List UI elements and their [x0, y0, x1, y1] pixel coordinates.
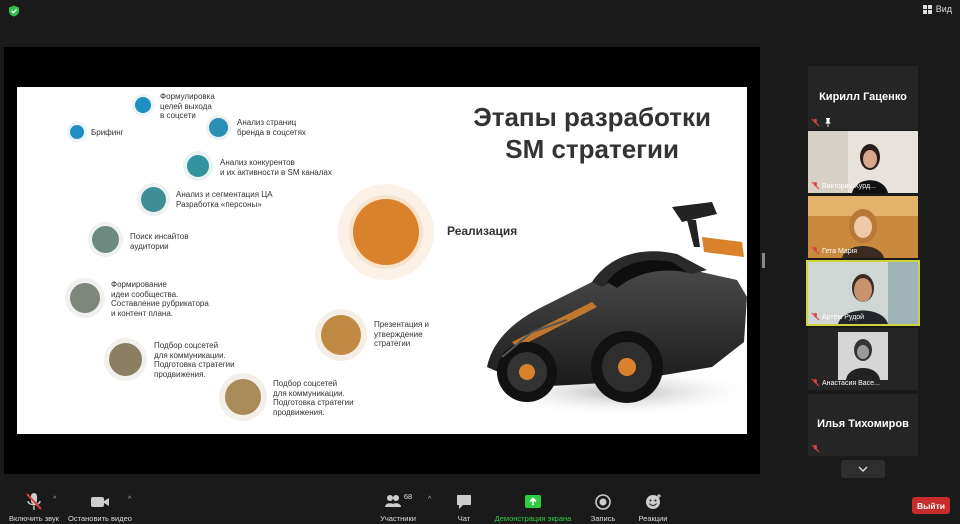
reactions-label: Реакции [638, 514, 668, 523]
muted-mic-icon [811, 378, 820, 387]
implementation-dot [353, 199, 419, 265]
meeting-toolbar: Включить звук ^ Остановить видео ^ 68 Уч… [0, 486, 960, 524]
pin-icon [825, 118, 831, 127]
unmute-button[interactable]: Включить звук [6, 486, 62, 524]
share-screen-label: Демонстрация экрана [494, 514, 572, 523]
participant-name: Кирилл Гаценко [819, 91, 907, 103]
stage-label-9: Подбор соцсетей для коммуникации. Подгот… [273, 379, 354, 417]
stage-label-3: Анализ страниц бренда в соцсетях [237, 118, 306, 137]
slide-title-line-1: Этапы разработки [473, 102, 711, 132]
stage-label-2: Формулировка целей выхода в соцсети [160, 92, 215, 120]
muted-mic-icon [811, 444, 820, 453]
stage-dot-3 [209, 118, 228, 137]
participant-name: Гета Марія [822, 248, 857, 255]
reactions-button[interactable]: Реакции [635, 486, 671, 524]
stop-video-button[interactable]: Остановить видео [68, 486, 132, 524]
video-options-caret[interactable]: ^ [128, 496, 131, 503]
participants-count: 68 [403, 492, 413, 501]
chat-icon [457, 495, 471, 509]
participant-video-tile[interactable]: Анастасия Васе... [808, 328, 918, 390]
top-bar: Вид [0, 0, 960, 22]
slide-title-line-2: SM стратегии [505, 134, 679, 164]
muted-mic-icon [811, 118, 820, 127]
participant-tile[interactable]: Илья Тихомиров [808, 394, 918, 456]
participant-video-tile[interactable]: Виктория Хурд... [808, 131, 918, 193]
participant-name: Анастасия Васе... [822, 380, 880, 387]
stage-label-8: Подбор соцсетей для коммуникации. Подгот… [154, 341, 235, 379]
view-label: Вид [935, 4, 952, 14]
participant-name: Артём Рудой [822, 314, 865, 321]
stage-dot-1 [70, 125, 84, 139]
participants-options-caret[interactable]: ^ [428, 496, 431, 503]
sports-car-image [482, 202, 747, 417]
stage-dot-10 [321, 315, 361, 355]
record-icon [595, 494, 611, 510]
chevron-down-icon [858, 466, 868, 472]
participant-name: Илья Тихомиров [817, 418, 909, 430]
record-label: Запись [590, 514, 616, 523]
participants-icon [384, 495, 401, 507]
stage-dot-6 [92, 226, 119, 253]
stage-dot-4 [187, 155, 209, 177]
reactions-smiley-icon [646, 494, 661, 509]
share-screen-button[interactable]: Демонстрация экрана [492, 486, 574, 524]
stage-label-7: Формирование идеи сообщества. Составлени… [111, 280, 209, 318]
chat-button[interactable]: Чат [450, 486, 478, 524]
slide-title: Этапы разработки SM стратегии [473, 101, 711, 165]
grid-view-icon [922, 4, 932, 14]
stage-dot-5 [141, 187, 166, 212]
presentation-slide: Этапы разработки SM стратегии Брифинг Фо… [17, 87, 747, 434]
stage-dot-2 [135, 97, 151, 113]
participant-video-tile[interactable]: Гета Марія [808, 196, 918, 258]
participant-tile[interactable]: Кирилл Гаценко [808, 66, 918, 130]
stage-label-4: Анализ конкурентов и их активности в SM … [220, 158, 332, 177]
stage-label-5: Анализ и сегментация ЦА Разработка «перс… [176, 190, 273, 209]
view-button[interactable]: Вид [922, 4, 952, 14]
muted-mic-icon [26, 493, 42, 510]
participant-name: Виктория Хурд... [822, 183, 876, 190]
stage-dot-8 [109, 343, 142, 376]
stage-label-10: Презентация и утверждение стратегии [374, 320, 430, 348]
audio-options-caret[interactable]: ^ [53, 496, 56, 503]
panel-resize-handle[interactable] [762, 253, 765, 268]
muted-mic-icon [811, 246, 820, 255]
stage-dot-9 [225, 379, 261, 415]
scroll-down-button[interactable] [841, 460, 885, 478]
participants-label: Участники [380, 514, 416, 523]
stage-dot-7 [70, 283, 100, 313]
share-screen-icon [525, 495, 541, 508]
stage-label-6: Поиск инсайтов аудитории [130, 232, 189, 251]
muted-mic-icon [811, 181, 820, 190]
record-button[interactable]: Запись [587, 486, 619, 524]
stop-video-label: Остановить видео [68, 514, 132, 523]
participants-button[interactable]: 68 Участники [378, 486, 418, 524]
stage-label-1: Брифинг [91, 128, 124, 137]
security-shield-icon[interactable] [8, 5, 20, 17]
chat-label: Чат [457, 514, 471, 523]
muted-mic-icon [811, 312, 820, 321]
unmute-label: Включить звук [8, 514, 60, 523]
video-camera-icon [91, 497, 109, 507]
participant-video-tile-active-speaker[interactable]: Артём Рудой [806, 260, 920, 326]
leave-meeting-button[interactable]: Выйти [912, 497, 950, 514]
